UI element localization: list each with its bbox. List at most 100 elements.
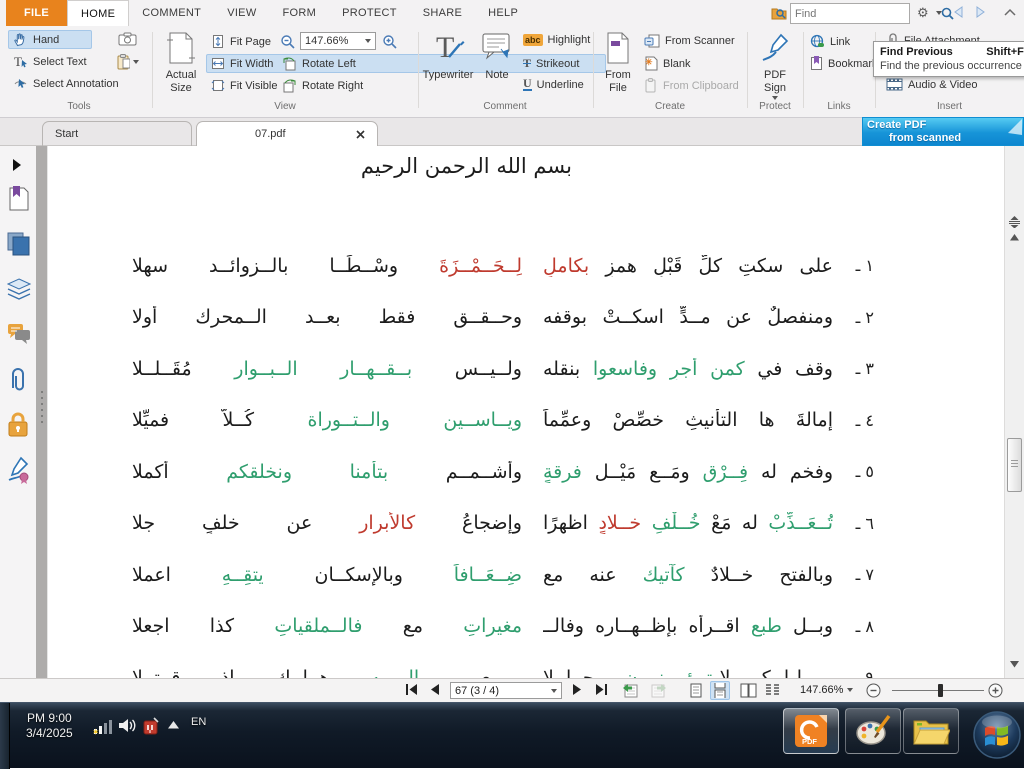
ribbon-tab-comment[interactable]: COMMENT [129,0,214,26]
security-panel-icon[interactable] [7,412,29,438]
pdf-sign-button[interactable]: PDF Sign [753,30,797,100]
ribbon-tab-form[interactable]: FORM [270,0,330,26]
comments-panel-icon[interactable] [7,322,31,346]
bookmark-button[interactable]: Bookmark [805,54,883,73]
underline-button[interactable]: U Underline [518,76,589,93]
typewriter-button[interactable]: T Typewriter [420,30,476,82]
link-button[interactable]: Link [805,32,855,51]
continuous-facing-view-button[interactable] [762,681,782,700]
find-options-caret-icon[interactable] [936,11,942,15]
select-annotation-button[interactable]: Select Annotation [8,74,124,93]
rotate-right-button[interactable]: Rotate Right [277,76,368,95]
ribbon-tab-protect[interactable]: PROTECT [329,0,410,26]
group-tools: Hand T Select Text Select Annotation Too… [6,26,152,114]
zoom-level-combobox[interactable]: 147.66% [300,32,376,50]
find-options-gear-icon[interactable]: ⚙ [917,5,929,21]
rotate-left-button[interactable]: Rotate Left [277,54,361,73]
ribbon-tab-share[interactable]: SHARE [410,0,475,26]
signature-panel-icon[interactable] [7,456,31,484]
zoom-out-icon[interactable] [280,34,296,50]
tab-start-label: Start [55,128,78,140]
actual-size-button[interactable]: Actual Size [158,30,204,95]
previous-page-button[interactable] [428,682,440,697]
select-text-button[interactable]: T Select Text [8,52,92,71]
taskbar-app-foxit[interactable]: PDF [783,708,839,754]
status-bar: 67 (3 / 4) 147.66% [0,678,1024,702]
ribbon-tab-file[interactable]: FILE [6,0,67,26]
zoom-combobox-caret-icon [365,39,371,43]
attachments-panel-icon[interactable] [7,368,29,392]
find-previous-button[interactable] [952,5,965,19]
tab-close-icon[interactable] [356,130,365,139]
volume-tray-icon[interactable] [118,717,136,734]
verse-row: ١ ـعلى سكتِ كلِّ قَبْلِ همزٍ بكاملٍلِــح… [132,240,874,292]
scroll-up-icon[interactable] [1007,234,1022,241]
last-page-button[interactable] [594,682,609,697]
tab-start[interactable]: Start [42,121,192,146]
note-button[interactable]: Note [478,30,516,82]
zoom-slider-handle[interactable] [938,684,943,697]
panel-divider[interactable] [36,146,48,678]
blank-button[interactable]: ✳ Blank [639,54,696,73]
fit-visible-button[interactable]: Fit Visible [206,76,282,95]
scroll-down-icon[interactable] [1007,661,1022,668]
start-button[interactable] [972,709,1022,761]
next-view-button[interactable] [650,682,667,698]
layers-panel-icon[interactable] [7,278,31,300]
audio-video-button[interactable]: Audio & Video [881,76,983,93]
find-next-button[interactable] [974,5,987,19]
expand-panel-icon[interactable] [12,158,22,172]
find-folder-icon[interactable] [771,5,787,20]
from-scanner-button[interactable]: From Scanner [639,32,740,50]
verse-number: ٨ ـ [854,617,874,636]
power-tray-icon[interactable] [142,717,161,735]
hidden-icons-arrow[interactable] [168,721,179,729]
highlight-label: Highlight [548,34,591,46]
scrollbar-thumb[interactable] [1007,438,1022,492]
fit-page-button[interactable]: Fit Page [206,32,276,51]
bookmarks-panel-icon[interactable] [7,186,29,212]
taskbar-app-explorer[interactable] [903,708,959,754]
highlight-button[interactable]: abc Highlight [518,32,595,48]
tooltip-description: Find the previous occurrence [880,60,1024,72]
zoom-out-button[interactable] [866,683,881,698]
ribbon-tab-home[interactable]: HOME [67,0,129,26]
verse-left-hemistich: مغيراتِ مع فالــملقياتِ كذا اجعلا [132,615,522,637]
collapse-ribbon-icon[interactable] [1003,7,1017,17]
verse-row: ٣ ـوقف في كمن أجرٍ وفاسعوا بنقلهولــيــس… [132,343,874,395]
continuous-view-button[interactable] [710,681,730,700]
taskbar-app-paint[interactable] [845,708,901,754]
show-desktop-button[interactable] [0,703,10,769]
statusbar-zoom-value[interactable]: 147.66% [800,684,853,696]
taskbar-clock[interactable]: PM 9:00 3/4/2025 [26,711,73,741]
snapshot-camera-icon[interactable] [118,32,137,46]
create-pdf-banner[interactable]: Create PDF from scanned documents [862,117,1024,146]
svg-text:✳: ✳ [645,57,653,67]
vertical-scrollbar[interactable] [1004,146,1024,678]
strikeout-button[interactable]: T Strikeout [518,54,584,73]
verse-number: ٥ ـ [854,462,874,481]
language-indicator[interactable]: EN [191,716,206,728]
zoom-in-button[interactable] [988,683,1003,698]
first-page-button[interactable] [404,682,419,697]
next-page-button[interactable] [572,682,584,697]
page-number-box[interactable]: 67 (3 / 4) [450,682,562,699]
verse-left-hemistich: ولــيــس بــقــهــار الــبــوار مُقَــلـ… [132,358,522,380]
verse-left-hemistich: لِــحَــمْــزَةَ وسْــطًــا بالــزوائــد… [132,255,522,277]
network-tray-icon[interactable]: ✶ [92,717,112,735]
pages-panel-icon[interactable] [7,232,30,256]
tooltip-shortcut: Shift+F3 [986,46,1024,58]
from-clipboard-button[interactable]: From Clipboard [639,76,744,95]
single-page-view-button[interactable] [686,681,706,700]
scrollbar-split-icon[interactable] [1007,216,1022,228]
zoom-in-icon[interactable] [382,34,398,50]
clipboard-button[interactable] [116,54,139,70]
facing-view-button[interactable] [738,681,758,700]
ribbon-tab-view[interactable]: VIEW [214,0,269,26]
ribbon-tab-help[interactable]: HELP [475,0,531,26]
hand-tool-button[interactable]: Hand [8,30,92,49]
verse-row: ٤ ـإمالةَ ها التأنيثِ خصِّصْ وعمِّماًويـ… [132,395,874,447]
tab-document[interactable]: 07.pdf [196,121,378,146]
from-file-button[interactable]: From File [597,30,639,95]
previous-view-button[interactable] [622,682,639,698]
